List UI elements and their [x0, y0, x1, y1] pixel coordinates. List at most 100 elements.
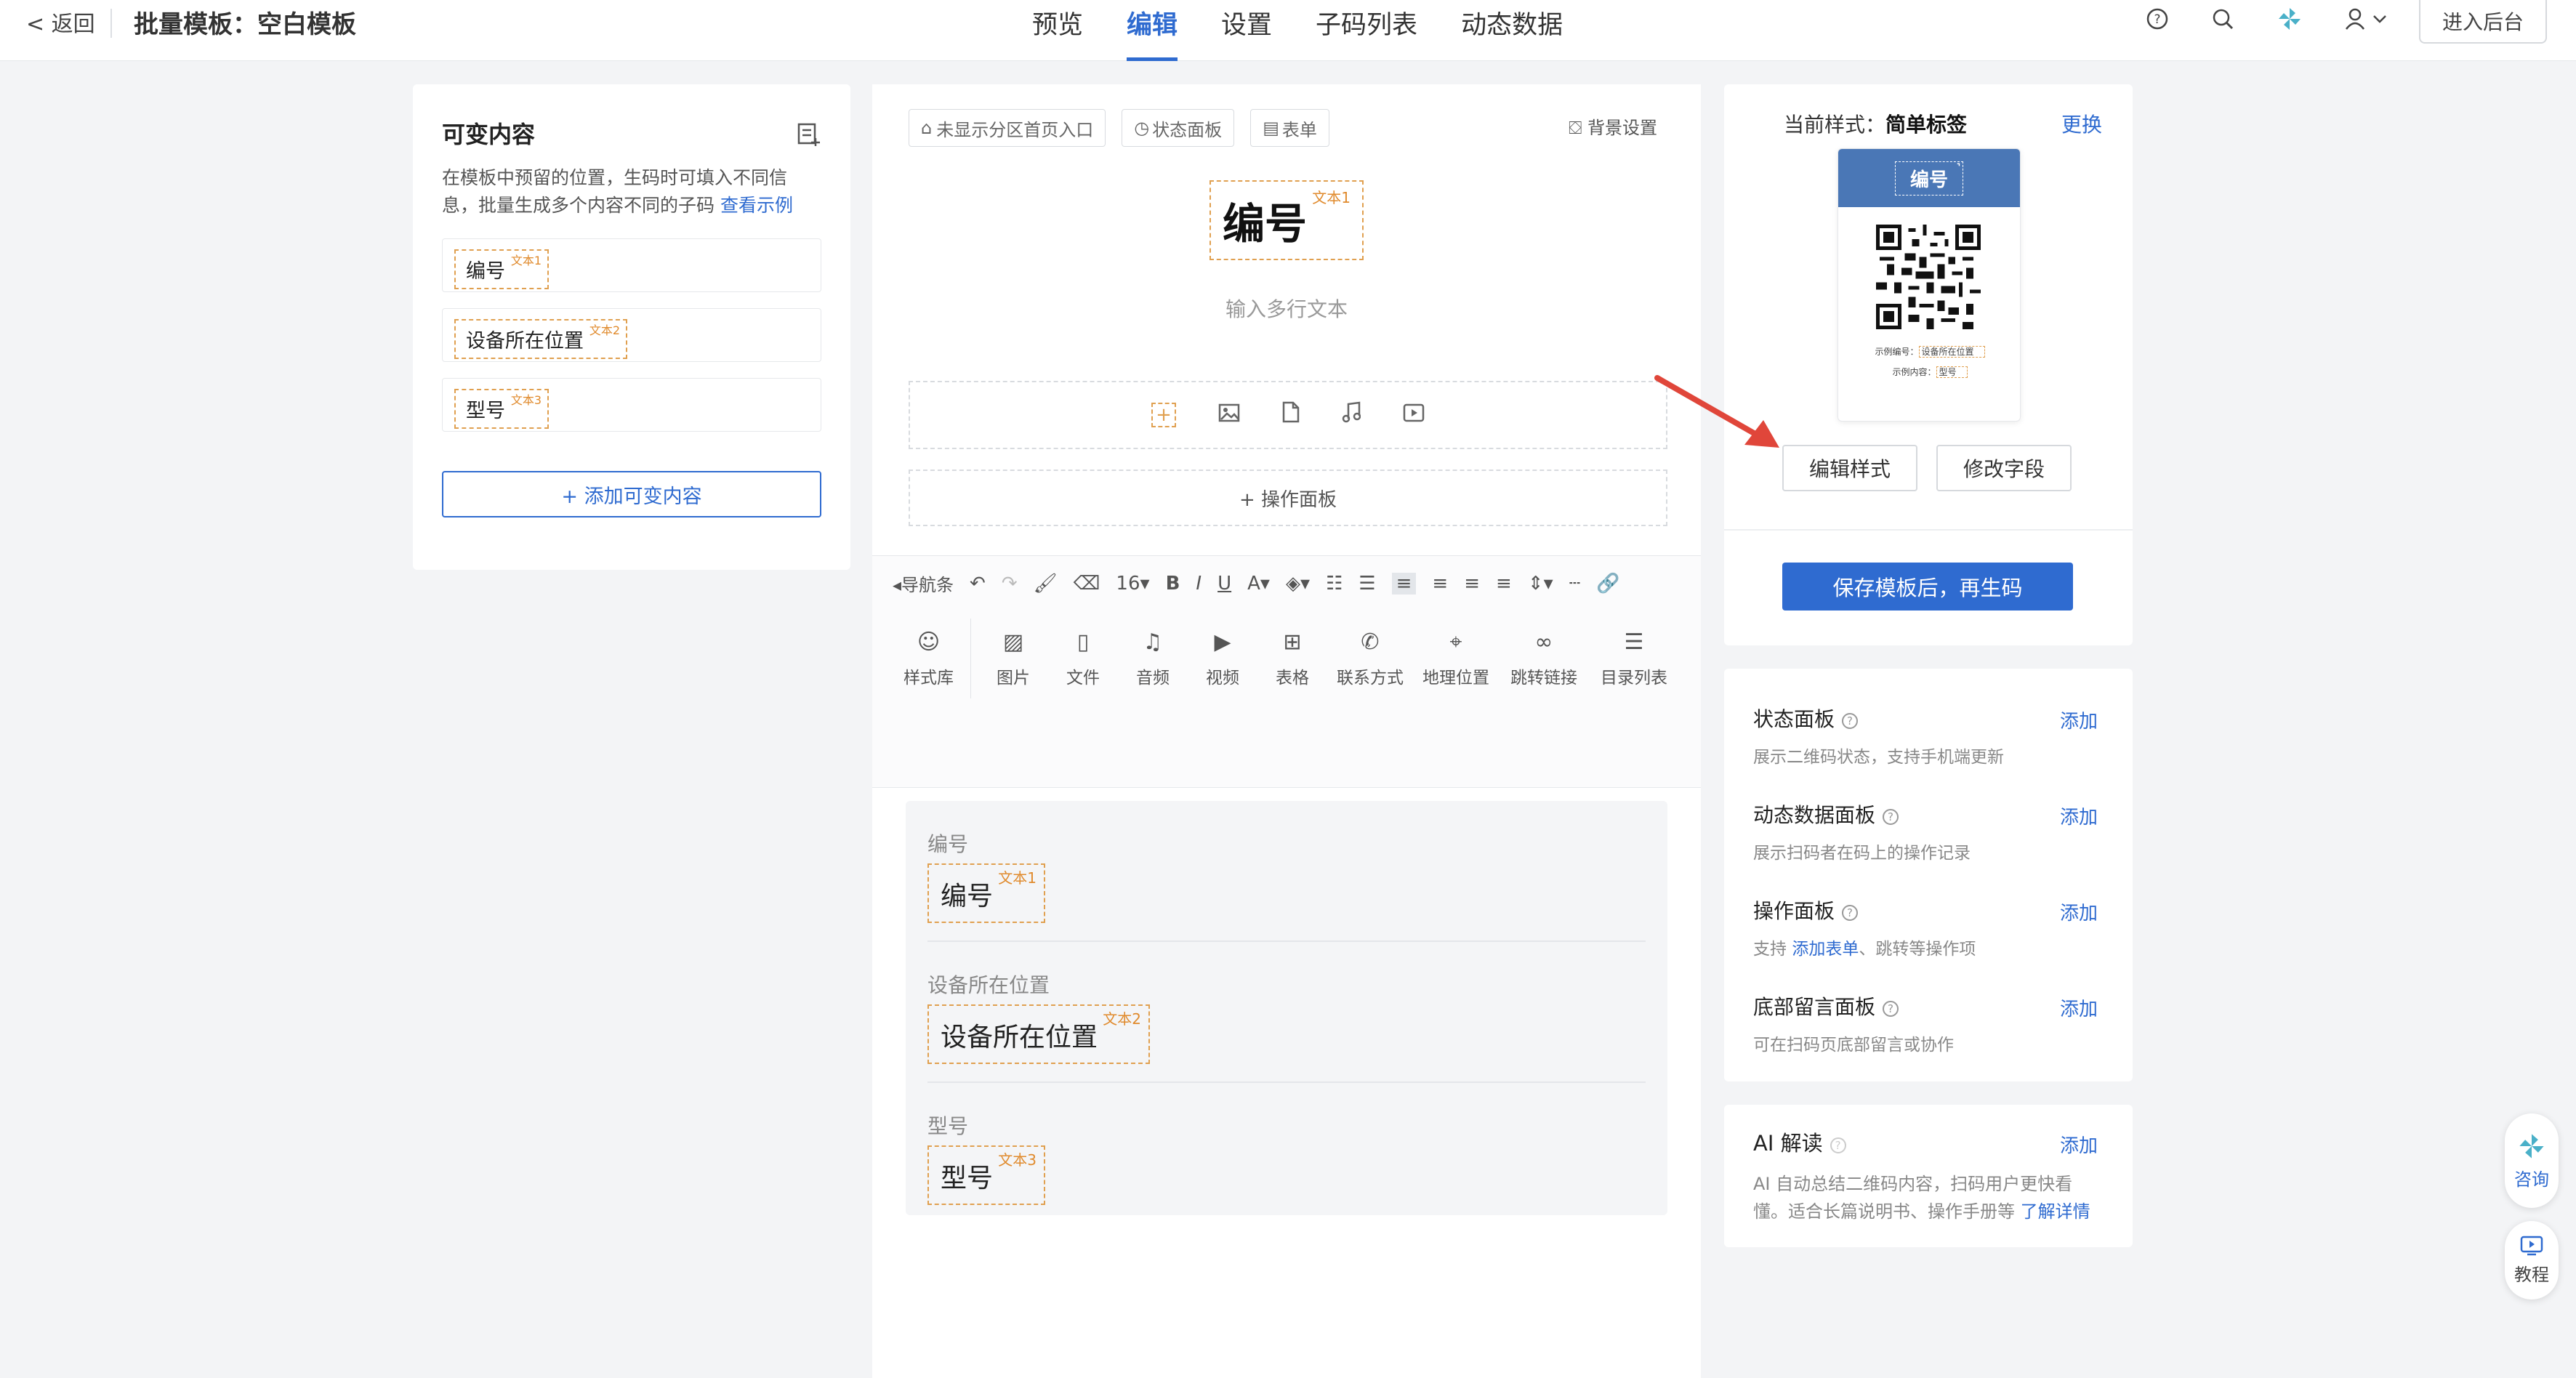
add-variable-button[interactable]: + 添加可变内容 [442, 471, 821, 517]
variable-list: 编号 文本1 设备所在位置 文本2 型号 文本3 [442, 238, 821, 432]
field-value-box[interactable]: 型号 文本3 [927, 1145, 1046, 1205]
variable-content-title: 可变内容 [442, 121, 536, 148]
change-style-link[interactable]: 更换 [2061, 109, 2102, 138]
consult-button[interactable]: 咨询 [2505, 1113, 2559, 1208]
italic-icon[interactable]: I [1196, 573, 1202, 595]
help-icon[interactable]: ? [1830, 1137, 1846, 1153]
tab-settings[interactable]: 设置 [1199, 0, 1294, 61]
variable-content-description: 在模板中预留的位置，生码时可填入不同信息，批量生成多个内容不同的子码 查看示例 [442, 164, 821, 219]
image-icon[interactable] [1218, 403, 1240, 428]
add-comment-panel-button[interactable]: 添加 [2060, 994, 2098, 1021]
highlight-icon[interactable]: ◈▾ [1286, 573, 1310, 595]
add-status-panel-button[interactable]: 添加 [2060, 706, 2098, 733]
edit-fields-button[interactable]: 修改字段 [1936, 445, 2072, 491]
list-item[interactable]: 设备所在位置 文本2 [442, 308, 821, 362]
variable-tag: 设备所在位置 文本2 [454, 319, 627, 359]
operation-panel-button[interactable]: + 操作面板 [909, 470, 1667, 526]
user-menu-icon[interactable] [2345, 7, 2391, 36]
add-ai-button[interactable]: 添加 [2060, 1131, 2098, 1158]
insert-contact-button[interactable]: ✆ 联系方式 [1327, 619, 1413, 698]
insert-table-button[interactable]: ⊞ 表格 [1257, 619, 1327, 698]
home-entry-chip[interactable]: ⌂ 未显示分区首页入口 [909, 109, 1106, 147]
palette-icon: ☺ [917, 629, 941, 655]
pinwheel-icon[interactable] [2277, 6, 2303, 38]
tool-label: 音频 [1136, 668, 1170, 688]
title-text-block[interactable]: 编号 文本1 [1209, 180, 1364, 260]
search-icon[interactable] [2211, 7, 2234, 36]
help-icon[interactable]: ? [1842, 713, 1859, 729]
ai-card: AI 解读? 添加 AI 自动总结二维码内容，扫码用户更快看懂。适合长篇说明书、… [1724, 1105, 2133, 1247]
align-left-icon[interactable]: ≡ [1391, 572, 1417, 595]
paint-bucket-icon: ⛋ [1569, 118, 1587, 138]
tab-edit[interactable]: 编辑 [1105, 0, 1199, 61]
audio-icon[interactable] [1342, 401, 1361, 429]
panel-title: 动态数据面板? [1753, 799, 2104, 829]
font-size-select[interactable]: 16▾ [1116, 573, 1149, 595]
edit-style-button[interactable]: 编辑样式 [1782, 445, 1917, 491]
format-painter-icon[interactable]: 🖌 [1034, 573, 1058, 595]
field-value-box[interactable]: 设备所在位置 文本2 [927, 1004, 1151, 1064]
tab-dynamic-data[interactable]: 动态数据 [1439, 0, 1585, 61]
bold-icon[interactable]: B [1166, 573, 1180, 595]
title-tag: 文本1 [1312, 189, 1351, 206]
style-library-button[interactable]: ☺ 样式库 [887, 619, 971, 698]
add-form-link[interactable]: 添加表单 [1792, 940, 1859, 959]
insert-audio-button[interactable]: ♫ 音频 [1118, 619, 1188, 698]
insert-image-button[interactable]: ▨ 图片 [978, 619, 1048, 698]
list-item[interactable]: 编号 文本1 [442, 238, 821, 292]
ordered-list-icon[interactable]: ☷ [1326, 573, 1343, 595]
insert-jump-link-button[interactable]: ∞ 跳转链接 [1499, 619, 1589, 698]
insert-location-button[interactable]: ⌖ 地理位置 [1413, 619, 1499, 698]
link-icon[interactable]: 🔗 [1596, 573, 1619, 595]
add-operation-panel-button[interactable]: 添加 [2060, 898, 2098, 925]
insert-toc-button[interactable]: ☰ 目录列表 [1589, 619, 1679, 698]
line-height-icon[interactable]: ⇕▾ [1528, 573, 1553, 595]
form-chip[interactable]: ▤ 表单 [1250, 109, 1329, 147]
enter-admin-button[interactable]: 进入后台 [2419, 0, 2547, 44]
font-color-icon[interactable]: A▾ [1247, 573, 1270, 595]
view-example-link[interactable]: 查看示例 [720, 195, 793, 216]
eraser-icon[interactable]: ⌫ [1074, 573, 1100, 595]
help-icon[interactable]: ? [2146, 7, 2169, 36]
background-setting-button[interactable]: ⛋ 背景设置 [1569, 113, 1657, 139]
font-size-value: 16 [1116, 572, 1140, 595]
editor-panel: ⌂ 未显示分区首页入口 ◷ 状态面板 ▤ 表单 ⛋ 背景设置 编号 文本1 输入多行文… [872, 84, 1701, 1378]
undo-icon[interactable]: ↶ [970, 573, 986, 595]
insert-video-button[interactable]: ▶ 视频 [1188, 619, 1257, 698]
field-value-box[interactable]: 编号 文本1 [927, 863, 1046, 923]
nav-toggle-button[interactable]: ◂导航条 [893, 571, 954, 596]
tutorial-button[interactable]: 教程 [2505, 1221, 2559, 1300]
chip-label: 表单 [1281, 119, 1317, 140]
preview-header: 编号 ⌝ [1838, 149, 2020, 207]
insert-file-button[interactable]: ▯ 文件 [1048, 619, 1118, 698]
save-template-button[interactable]: 保存模板后，再生码 [1782, 563, 2073, 611]
panel-description: 展示扫码者在码上的操作记录 [1753, 839, 2104, 863]
file-icon[interactable] [1282, 401, 1300, 429]
video-icon[interactable] [1403, 403, 1425, 428]
preview-line-value: 型号 [1936, 366, 1968, 378]
list-add-icon[interactable] [797, 122, 821, 153]
field-row: 编号 编号 文本1 [927, 829, 1646, 942]
unordered-list-icon[interactable]: ☰ [1359, 573, 1375, 595]
tab-subcode-list[interactable]: 子码列表 [1294, 0, 1439, 61]
back-button[interactable]: < 返回 [26, 6, 95, 38]
add-block-icon[interactable]: + [1151, 403, 1176, 427]
underline-icon[interactable]: U [1217, 573, 1231, 595]
align-justify-icon[interactable]: ≡ [1496, 573, 1512, 595]
tab-preview[interactable]: 预览 [1010, 0, 1105, 61]
multiline-text-input[interactable]: 输入多行文本 [872, 294, 1701, 323]
status-panel-chip[interactable]: ◷ 状态面板 [1122, 109, 1235, 147]
align-center-icon[interactable]: ≡ [1432, 573, 1448, 595]
help-icon[interactable]: ? [1883, 1001, 1899, 1017]
list-item[interactable]: 型号 文本3 [442, 378, 821, 432]
help-icon[interactable]: ? [1883, 809, 1899, 825]
panel-desc-text: 支持 [1753, 940, 1792, 959]
add-dynamic-panel-button[interactable]: 添加 [2060, 802, 2098, 829]
divider-line-icon[interactable]: ┄ [1569, 573, 1581, 595]
redo-icon[interactable]: ↷ [1002, 573, 1018, 595]
file-icon: ▯ [1076, 629, 1090, 655]
help-icon[interactable]: ? [1842, 905, 1859, 921]
learn-more-link[interactable]: 了解详情 [2021, 1201, 2090, 1222]
align-right-icon[interactable]: ≡ [1464, 573, 1480, 595]
tool-label: 样式库 [903, 668, 954, 688]
